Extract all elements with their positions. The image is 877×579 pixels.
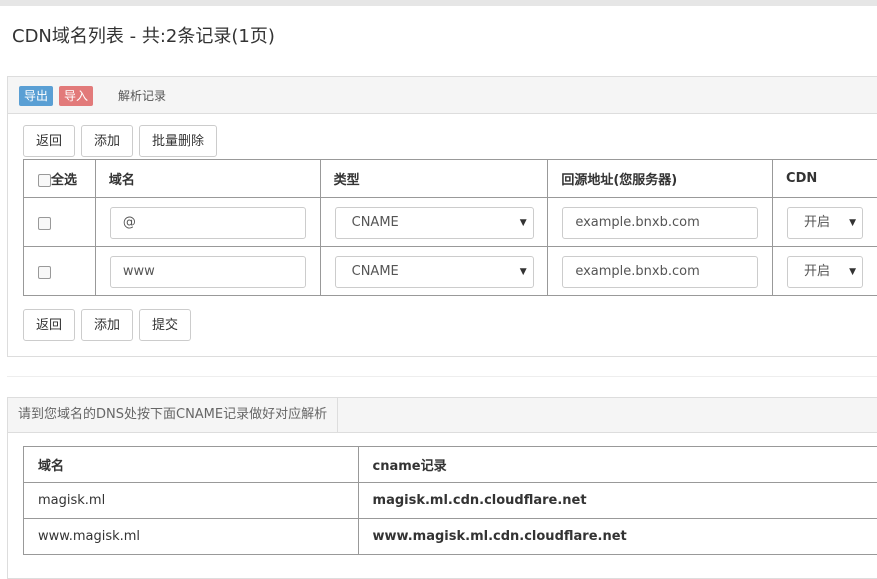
back-button-bottom[interactable]: 返回 bbox=[23, 309, 75, 341]
domain-input[interactable]: www bbox=[110, 256, 306, 288]
chevron-down-icon: ▼ bbox=[849, 208, 856, 238]
dns-records-panel: 导出 导入 解析记录 返回 添加 批量删除 全选 域名 类型 回源地址(您服务器… bbox=[7, 76, 877, 357]
table-row: www CNAME ▼ example.bnxb.com 开启 ▼ bbox=[24, 247, 877, 296]
row-checkbox[interactable] bbox=[38, 266, 51, 279]
cname-domain-column-header: 域名 bbox=[24, 447, 359, 483]
domain-column-header: 域名 bbox=[95, 160, 320, 198]
domain-input[interactable]: @ bbox=[110, 207, 306, 239]
origin-input[interactable]: example.bnxb.com bbox=[562, 207, 758, 239]
select-all-checkbox[interactable] bbox=[38, 174, 51, 187]
panel-header: 导出 导入 解析记录 bbox=[8, 77, 877, 114]
type-select[interactable]: CNAME ▼ bbox=[335, 207, 534, 239]
chevron-down-icon: ▼ bbox=[520, 257, 527, 287]
add-button[interactable]: 添加 bbox=[81, 125, 133, 157]
cdn-column-header: CDN bbox=[773, 160, 877, 198]
cdn-select-value: 开启 bbox=[804, 215, 830, 230]
cname-instructions-label: 请到您域名的DNS处按下面CNAME记录做好对应解析 bbox=[8, 398, 338, 432]
table-header-row: 全选 域名 类型 回源地址(您服务器) CDN bbox=[24, 160, 877, 198]
cdn-select[interactable]: 开启 ▼ bbox=[787, 256, 863, 288]
cname-instructions-panel: 请到您域名的DNS处按下面CNAME记录做好对应解析 域名 cname记录 ma… bbox=[7, 397, 877, 579]
type-select[interactable]: CNAME ▼ bbox=[335, 256, 534, 288]
cdn-select[interactable]: 开启 ▼ bbox=[787, 207, 863, 239]
table-row: www.magisk.ml www.magisk.ml.cdn.cloudfla… bbox=[24, 519, 877, 555]
cdn-select-value: 开启 bbox=[804, 264, 830, 279]
section-divider bbox=[7, 376, 877, 377]
cname-record-cell: www.magisk.ml.cdn.cloudflare.net bbox=[358, 519, 877, 555]
panel-header-label: 解析记录 bbox=[118, 87, 166, 104]
submit-button[interactable]: 提交 bbox=[139, 309, 191, 341]
cname-record-cell: magisk.ml.cdn.cloudflare.net bbox=[358, 483, 877, 519]
table-row: @ CNAME ▼ example.bnxb.com 开启 ▼ bbox=[24, 198, 877, 247]
table-header-row: 域名 cname记录 bbox=[24, 447, 877, 483]
cname-domain-cell: magisk.ml bbox=[24, 483, 359, 519]
chevron-down-icon: ▼ bbox=[849, 257, 856, 287]
import-button[interactable]: 导入 bbox=[59, 86, 93, 106]
origin-input[interactable]: example.bnxb.com bbox=[562, 256, 758, 288]
top-bar bbox=[0, 0, 877, 6]
type-column-header: 类型 bbox=[320, 160, 548, 198]
type-select-value: CNAME bbox=[352, 215, 399, 230]
add-button-bottom[interactable]: 添加 bbox=[81, 309, 133, 341]
panel-header: 请到您域名的DNS处按下面CNAME记录做好对应解析 bbox=[8, 398, 877, 433]
type-select-value: CNAME bbox=[352, 264, 399, 279]
batch-delete-button[interactable]: 批量删除 bbox=[139, 125, 217, 157]
page-title: CDN域名列表 - 共:2条记录(1页) bbox=[12, 22, 275, 48]
cname-table: 域名 cname记录 magisk.ml magisk.ml.cdn.cloud… bbox=[23, 446, 877, 555]
select-all-header[interactable]: 全选 bbox=[24, 160, 96, 198]
cname-record-column-header: cname记录 bbox=[358, 447, 877, 483]
origin-column-header: 回源地址(您服务器) bbox=[548, 160, 773, 198]
chevron-down-icon: ▼ bbox=[520, 208, 527, 238]
records-table: 全选 域名 类型 回源地址(您服务器) CDN @ CNAME ▼ example… bbox=[23, 159, 877, 296]
cname-domain-cell: www.magisk.ml bbox=[24, 519, 359, 555]
export-button[interactable]: 导出 bbox=[19, 86, 53, 106]
row-checkbox[interactable] bbox=[38, 217, 51, 230]
select-all-label: 全选 bbox=[51, 173, 77, 188]
table-row: magisk.ml magisk.ml.cdn.cloudflare.net bbox=[24, 483, 877, 519]
back-button[interactable]: 返回 bbox=[23, 125, 75, 157]
